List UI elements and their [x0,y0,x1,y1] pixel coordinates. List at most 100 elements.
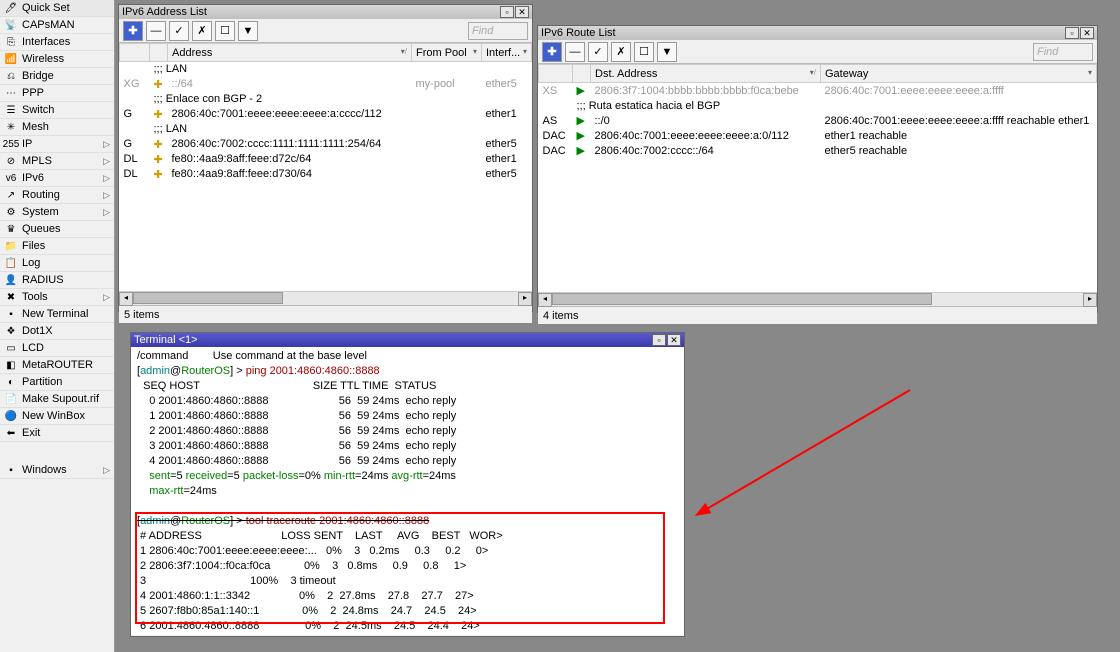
close-button[interactable]: ✕ [1080,27,1094,39]
sidebar-item-new-terminal[interactable]: ▪New Terminal [0,306,114,323]
table-row[interactable]: AS▶::/02806:40c:7001:eeee:eeee:eeee:a:ff… [539,113,1097,128]
detach-button[interactable]: ▫ [652,334,666,346]
table-row[interactable]: G✚2806:40c:7001:eeee:eeee:eeee:a:cccc/11… [120,107,532,122]
term-line: /command Use command at the base level [137,349,678,364]
submenu-arrow: ▷ [103,173,110,184]
scroll-left[interactable]: ◂ [538,293,552,307]
table-row[interactable]: DAC▶2806:40c:7001:eeee:eeee:eeee:a:0/112… [539,128,1097,143]
sidebar-item-ipv6[interactable]: v6IPv6▷ [0,170,114,187]
window-title: Terminal <1> [134,334,651,346]
sidebar-item-wireless[interactable]: 📶Wireless [0,51,114,68]
window-titlebar[interactable]: IPv6 Address List ▫ ✕ [119,5,532,19]
terminal-output[interactable]: /command Use command at the base level[a… [131,347,684,635]
sidebar-icon: 255 [4,137,18,151]
sidebar-label: Queues [22,223,61,235]
sidebar-item-queues[interactable]: ♛Queues [0,221,114,238]
sidebar-item-mpls[interactable]: ⊘MPLS▷ [0,153,114,170]
sidebar-label: Windows [22,464,67,476]
table-row[interactable]: DL✚fe80::4aa9:8aff:feee:d730/64ether5 [120,167,532,182]
remove-button[interactable]: — [565,42,585,62]
scroll-right[interactable]: ▸ [1083,293,1097,307]
find-input[interactable]: Find [1033,43,1093,61]
sidebar-item-system[interactable]: ⚙System▷ [0,204,114,221]
table-row[interactable]: G✚2806:40c:7002:cccc:1111:1111:1111:254/… [120,137,532,152]
sidebar-item-quick-set[interactable]: 🖊Quick Set [0,0,114,17]
enable-button[interactable]: ✓ [169,21,189,41]
horizontal-scrollbar[interactable]: ◂ ▸ [119,291,532,305]
sidebar-icon: 📶 [4,52,18,66]
table-container: Dst. Address/▾Gateway▾XS▶2806:3f7:1004:b… [538,64,1097,292]
sidebar-icon: 👤 [4,273,18,287]
table-row[interactable]: XG✚::/64my-poolether5 [120,77,532,92]
horizontal-scrollbar[interactable]: ◂ ▸ [538,292,1097,306]
window-titlebar[interactable]: Terminal <1> ▫ ✕ [131,333,684,347]
comment-button[interactable]: ☐ [215,21,235,41]
sidebar-item-make-supout.rif[interactable]: 📄Make Supout.rif [0,391,114,408]
sidebar-label: Make Supout.rif [22,393,99,405]
sidebar-item-tools[interactable]: ✖Tools▷ [0,289,114,306]
sidebar-label: MetaROUTER [22,359,93,371]
col-header[interactable]: From Pool▾ [412,44,482,62]
col-header[interactable] [573,65,591,83]
sidebar-item-switch[interactable]: ☰Switch [0,102,114,119]
col-header[interactable] [120,44,150,62]
col-header[interactable]: Dst. Address/▾ [591,65,821,83]
sidebar-item-dot1x[interactable]: ❖Dot1X [0,323,114,340]
col-header[interactable]: Interf...▾ [482,44,532,62]
sidebar-item-ip[interactable]: 255IP▷ [0,136,114,153]
scroll-right[interactable]: ▸ [518,292,532,306]
filter-button[interactable]: ▼ [657,42,677,62]
sidebar-item-metarouter[interactable]: ◧MetaROUTER [0,357,114,374]
close-button[interactable]: ✕ [515,6,529,18]
col-header[interactable] [150,44,168,62]
sidebar-item-partition[interactable]: ◐Partition [0,374,114,391]
sidebar-item-capsman[interactable]: 📡CAPsMAN [0,17,114,34]
detach-button[interactable]: ▫ [1065,27,1079,39]
sidebar-item-routing[interactable]: ↗Routing▷ [0,187,114,204]
sidebar: 🖊Quick Set📡CAPsMAN⎘Interfaces📶Wireless⎌B… [0,0,115,652]
scroll-left[interactable]: ◂ [119,292,133,306]
remove-button[interactable]: — [146,21,166,41]
sidebar-item-exit[interactable]: ⬅Exit [0,425,114,442]
scroll-thumb[interactable] [552,293,932,305]
sidebar-label: Partition [22,376,62,388]
sidebar-item-log[interactable]: 📋Log [0,255,114,272]
table-row[interactable]: XS▶2806:3f7:1004:bbbb:bbbb:bbbb:f0ca:beb… [539,83,1097,99]
term-line: [admin@RouterOS] > ping 2001:4860:4860::… [137,364,678,379]
sidebar-item-files[interactable]: 📁Files [0,238,114,255]
group-row: ;;; LAN [120,62,532,77]
ipv6-route-window: IPv6 Route List ▫ ✕ ✚ — ✓ ✗ ☐ ▼ Find Dst… [537,25,1098,313]
sidebar-item-interfaces[interactable]: ⎘Interfaces [0,34,114,51]
col-header[interactable]: Address/▾ [168,44,412,62]
col-header[interactable] [539,65,573,83]
table-row[interactable]: DAC▶2806:40c:7002:cccc::/64ether5 reacha… [539,143,1097,158]
scroll-thumb[interactable] [133,292,283,304]
sidebar-item-new-winbox[interactable]: 🔵New WinBox [0,408,114,425]
disable-button[interactable]: ✗ [611,42,631,62]
sidebar-icon: ⚙ [4,205,18,219]
sidebar-icon: ▪ [4,307,18,321]
term-line: max-rtt=24ms [137,484,678,499]
sidebar-item-bridge[interactable]: ⎌Bridge [0,68,114,85]
filter-button[interactable]: ▼ [238,21,258,41]
detach-button[interactable]: ▫ [500,6,514,18]
window-titlebar[interactable]: IPv6 Route List ▫ ✕ [538,26,1097,40]
sidebar-icon: ↗ [4,188,18,202]
sidebar-item-ppp[interactable]: ⋯PPP [0,85,114,102]
find-input[interactable]: Find [468,22,528,40]
sidebar-label: New WinBox [22,410,85,422]
close-button[interactable]: ✕ [667,334,681,346]
col-header[interactable]: Gateway▾ [821,65,1097,83]
sidebar-item-radius[interactable]: 👤RADIUS [0,272,114,289]
sidebar-item-mesh[interactable]: ✳Mesh [0,119,114,136]
table-row[interactable]: DL✚fe80::4aa9:8aff:feee:d72c/64ether1 [120,152,532,167]
sidebar-item-windows[interactable]: ▪Windows▷ [0,462,114,479]
comment-button[interactable]: ☐ [634,42,654,62]
disable-button[interactable]: ✗ [192,21,212,41]
add-button[interactable]: ✚ [542,42,562,62]
add-button[interactable]: ✚ [123,21,143,41]
submenu-arrow: ▷ [103,190,110,201]
group-row: ;;; Enlace con BGP - 2 [120,92,532,107]
enable-button[interactable]: ✓ [588,42,608,62]
sidebar-item-lcd[interactable]: ▭LCD [0,340,114,357]
